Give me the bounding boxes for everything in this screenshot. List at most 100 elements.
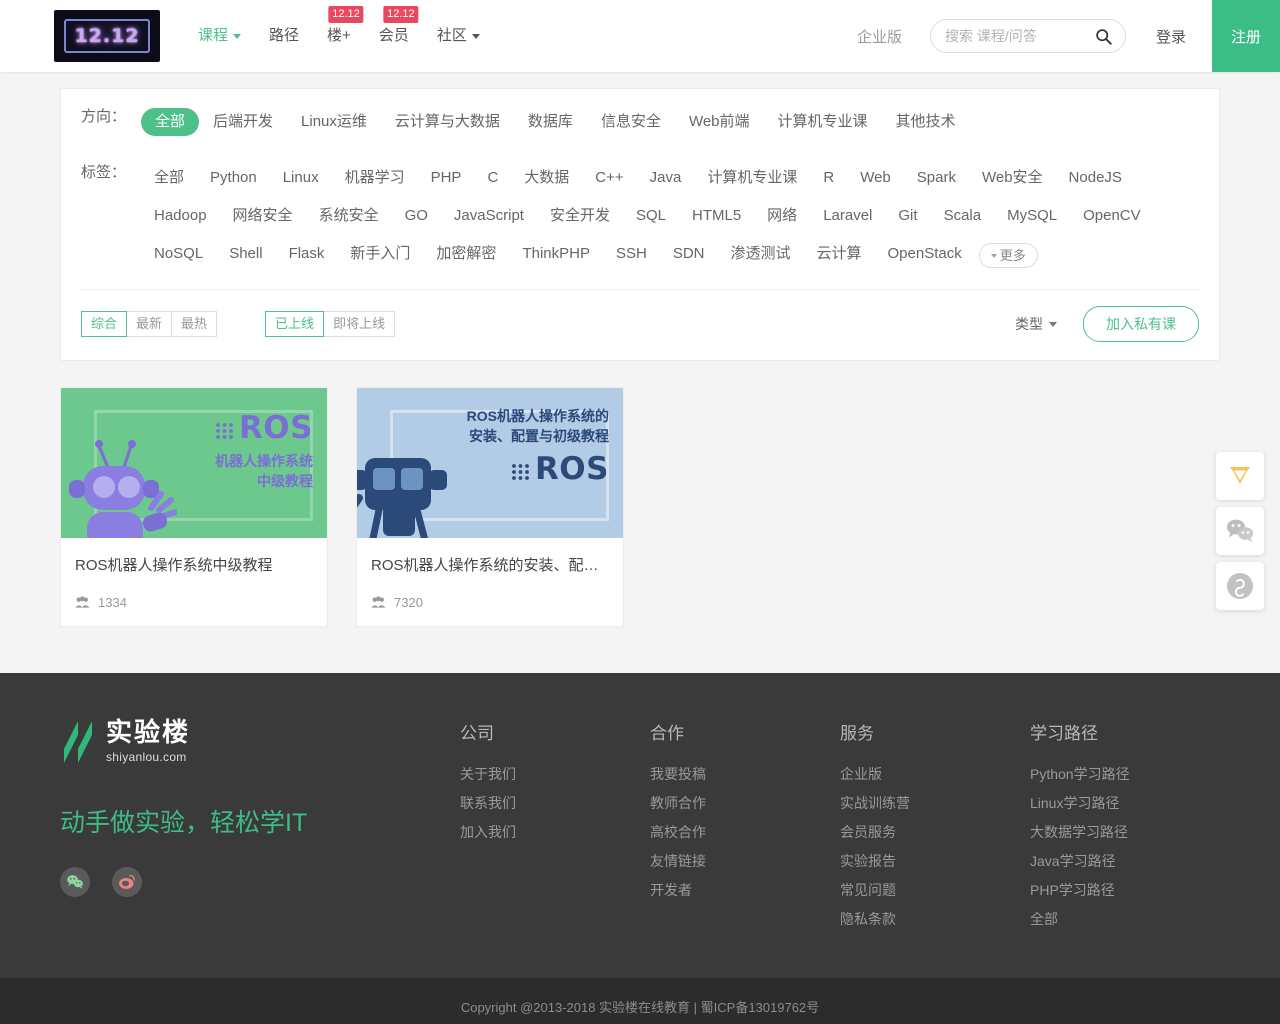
sort-option-2[interactable]: 最热 xyxy=(171,311,218,337)
tag-option-19[interactable]: JavaScript xyxy=(441,202,537,230)
nav-item-3[interactable]: 12.12 会员 xyxy=(365,0,423,72)
site-logo[interactable]: 12.12 xyxy=(54,10,160,62)
footer-link-1-2[interactable]: 高校合作 xyxy=(650,822,840,842)
direction-option-4[interactable]: 数据库 xyxy=(514,108,587,136)
nav-item-label: 社区 xyxy=(436,27,467,44)
footer-link-2-0[interactable]: 企业版 xyxy=(840,764,1030,784)
footer-link-2-1[interactable]: 实战训练营 xyxy=(840,793,1030,813)
tag-option-11[interactable]: Web xyxy=(847,164,904,192)
direction-option-7[interactable]: 计算机专业课 xyxy=(764,108,882,136)
miniprogram-button[interactable] xyxy=(1216,562,1264,610)
course-card[interactable]: ROS机器人操作系统的 安装、配置与初级教程 ROS ROS机器人操作系统的安装、配…… xyxy=(356,387,624,627)
tag-option-6[interactable]: 大数据 xyxy=(511,164,582,192)
tag-option-32[interactable]: 新手入门 xyxy=(337,240,423,268)
tag-option-28[interactable]: OpenCV xyxy=(1070,202,1154,230)
tag-option-25[interactable]: Git xyxy=(885,202,930,230)
tag-option-13[interactable]: Web安全 xyxy=(969,164,1056,192)
direction-option-8[interactable]: 其他技术 xyxy=(882,108,970,136)
tag-option-5[interactable]: C xyxy=(474,164,511,192)
tag-option-38[interactable]: 云计算 xyxy=(804,240,875,268)
status-option-1[interactable]: 即将上线 xyxy=(323,311,396,337)
footer-link-1-0[interactable]: 我要投稿 xyxy=(650,764,840,784)
course-meta: 7320 xyxy=(357,575,623,626)
tag-option-17[interactable]: 系统安全 xyxy=(306,202,392,230)
tag-option-4[interactable]: PHP xyxy=(418,164,475,192)
nav-item-2[interactable]: 12.12 楼+ xyxy=(313,0,365,72)
footer-link-2-5[interactable]: 隐私条款 xyxy=(840,909,1030,929)
tag-option-22[interactable]: HTML5 xyxy=(679,202,754,230)
footer-logo[interactable]: 实验楼 shiyanlou.com xyxy=(60,719,460,763)
weibo-social-button[interactable] xyxy=(112,867,142,897)
direction-option-2[interactable]: Linux运维 xyxy=(287,108,381,136)
footer-link-0-2[interactable]: 加入我们 xyxy=(460,822,650,842)
show-more-tags-button[interactable]: 更多 xyxy=(978,243,1038,268)
footer-link-1-3[interactable]: 友情链接 xyxy=(650,851,840,871)
sort-option-0[interactable]: 综合 xyxy=(81,311,128,337)
tag-option-39[interactable]: OpenStack xyxy=(875,240,975,268)
direction-option-5[interactable]: 信息安全 xyxy=(587,108,675,136)
tag-option-34[interactable]: ThinkPHP xyxy=(509,240,603,268)
direction-option-1[interactable]: 后端开发 xyxy=(199,108,287,136)
course-card[interactable]: ROS 机器人操作系统 中级教程 ROS机器人操作系统中级教程 1334 xyxy=(60,387,328,627)
direction-option-6[interactable]: Web前端 xyxy=(675,108,764,136)
tag-option-24[interactable]: Laravel xyxy=(810,202,885,230)
tag-option-20[interactable]: 安全开发 xyxy=(537,202,623,230)
footer-link-0-0[interactable]: 关于我们 xyxy=(460,764,650,784)
login-link[interactable]: 登录 xyxy=(1156,26,1186,47)
footer-link-3-4[interactable]: PHP学习路径 xyxy=(1030,880,1230,900)
search-input[interactable] xyxy=(944,28,1095,44)
footer-link-3-0[interactable]: Python学习路径 xyxy=(1030,764,1230,784)
tag-option-2[interactable]: Linux xyxy=(270,164,332,192)
footer-link-1-1[interactable]: 教师合作 xyxy=(650,793,840,813)
sort-option-1[interactable]: 最新 xyxy=(126,311,173,337)
tag-option-3[interactable]: 机器学习 xyxy=(332,164,418,192)
tag-option-10[interactable]: R xyxy=(810,164,847,192)
tag-option-12[interactable]: Spark xyxy=(904,164,969,192)
footer-link-2-4[interactable]: 常见问题 xyxy=(840,880,1030,900)
tag-option-29[interactable]: NoSQL xyxy=(141,240,216,268)
footer-link-2-2[interactable]: 会员服务 xyxy=(840,822,1030,842)
tag-option-33[interactable]: 加密解密 xyxy=(423,240,509,268)
tag-option-21[interactable]: SQL xyxy=(623,202,679,230)
footer-link-2-3[interactable]: 实验报告 xyxy=(840,851,1030,871)
tag-option-15[interactable]: Hadoop xyxy=(141,202,220,230)
tag-option-0[interactable]: 全部 xyxy=(141,164,197,192)
footer-link-3-1[interactable]: Linux学习路径 xyxy=(1030,793,1230,813)
tag-option-36[interactable]: SDN xyxy=(660,240,718,268)
tag-option-14[interactable]: NodeJS xyxy=(1056,164,1135,192)
vip-diamond-button[interactable] xyxy=(1216,452,1264,500)
tag-option-35[interactable]: SSH xyxy=(603,240,660,268)
footer-link-0-1[interactable]: 联系我们 xyxy=(460,793,650,813)
tag-option-1[interactable]: Python xyxy=(197,164,270,192)
type-dropdown[interactable]: 类型 xyxy=(1015,314,1057,334)
direction-option-0[interactable]: 全部 xyxy=(141,108,200,136)
tag-option-30[interactable]: Shell xyxy=(216,240,275,268)
tag-option-7[interactable]: C++ xyxy=(582,164,636,192)
enterprise-link[interactable]: 企业版 xyxy=(857,26,902,47)
nav-item-0[interactable]: 课程 xyxy=(184,0,255,72)
signup-button[interactable]: 注册 xyxy=(1212,0,1280,72)
footer-link-3-2[interactable]: 大数据学习路径 xyxy=(1030,822,1230,842)
direction-option-3[interactable]: 云计算与大数据 xyxy=(381,108,514,136)
join-private-course-button[interactable]: 加入私有课 xyxy=(1083,306,1199,342)
wechat-button[interactable] xyxy=(1216,507,1264,555)
tag-option-26[interactable]: Scala xyxy=(931,202,995,230)
search-box[interactable] xyxy=(929,19,1126,53)
tag-option-23[interactable]: 网络 xyxy=(754,202,810,230)
tag-option-31[interactable]: Flask xyxy=(276,240,338,268)
footer-column-3: 学习路径 Python学习路径 Linux学习路径 大数据学习路径 Java学习路径 PH… xyxy=(1030,719,1230,938)
nav-item-1[interactable]: 路径 xyxy=(255,0,313,72)
search-icon[interactable] xyxy=(1095,28,1112,45)
nav-item-4[interactable]: 社区 xyxy=(423,0,494,72)
tag-option-37[interactable]: 渗透测试 xyxy=(717,240,803,268)
footer-link-3-3[interactable]: Java学习路径 xyxy=(1030,851,1230,871)
tag-option-9[interactable]: 计算机专业课 xyxy=(694,164,810,192)
status-option-0[interactable]: 已上线 xyxy=(265,311,325,337)
tag-option-8[interactable]: Java xyxy=(637,164,695,192)
footer-link-3-5[interactable]: 全部 xyxy=(1030,909,1230,929)
wechat-social-button[interactable] xyxy=(60,867,90,897)
tag-option-16[interactable]: 网络安全 xyxy=(220,202,306,230)
tag-option-18[interactable]: GO xyxy=(392,202,441,230)
footer-link-1-4[interactable]: 开发者 xyxy=(650,880,840,900)
tag-option-27[interactable]: MySQL xyxy=(994,202,1070,230)
